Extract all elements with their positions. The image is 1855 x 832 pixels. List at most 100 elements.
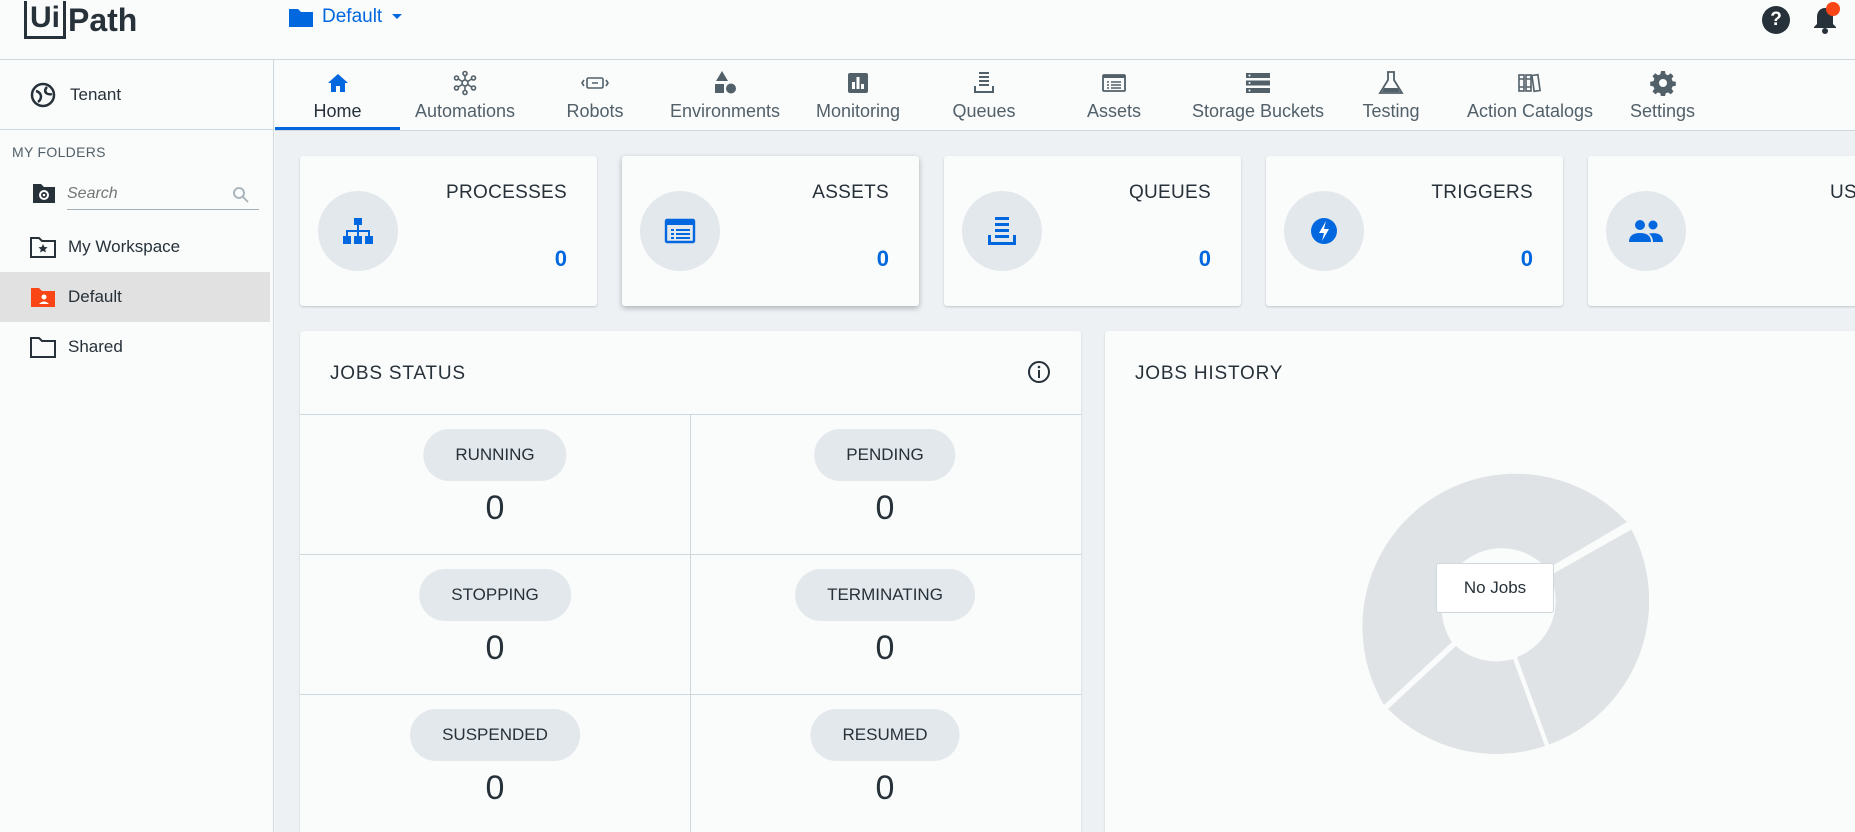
sidebar-item-my-workspace[interactable]: My Workspace — [0, 222, 273, 272]
status-pill: TERMINATING — [795, 569, 975, 621]
uipath-logo[interactable]: Ui Path — [24, 0, 137, 40]
tab-label: Environments — [669, 101, 781, 121]
search-icon[interactable] — [232, 186, 250, 204]
tab-robots[interactable]: Robots — [545, 60, 645, 130]
card-count: 0 — [554, 246, 567, 271]
card-title: QUEUES — [1128, 182, 1211, 203]
tenant-item[interactable]: Tenant — [0, 60, 273, 130]
status-pill: STOPPING — [419, 569, 571, 621]
donut-segment — [1517, 529, 1649, 745]
chevron-down-icon — [392, 14, 403, 19]
tab-label: Action Catalogs — [1466, 101, 1594, 121]
tab-environments[interactable]: Environments — [655, 60, 795, 130]
logo-ui-text: Ui — [24, 1, 66, 39]
tab-label: Queues — [952, 101, 1016, 121]
top-bar: Ui Path Default ? — [0, 0, 1855, 60]
status-count: 0 — [485, 489, 505, 527]
main-tabs: Home Automations Robots Environments Mon… — [275, 60, 1855, 131]
tab-monitoring[interactable]: Monitoring — [798, 60, 918, 130]
folder-sidebar: Tenant MY FOLDERS My Workspace Default S… — [0, 60, 274, 832]
card-count: 0 — [876, 246, 889, 271]
tab-action-catalogs[interactable]: Action Catalogs — [1435, 60, 1625, 130]
catalog-icon — [1517, 69, 1543, 97]
tenant-label: Tenant — [70, 84, 122, 104]
triggers-card[interactable]: TRIGGERS 0 — [1266, 156, 1563, 306]
queue-icon — [972, 69, 996, 97]
flask-icon — [1377, 69, 1405, 97]
tab-label: Monitoring — [815, 101, 901, 121]
jobs-status-title: JOBS STATUS — [330, 363, 466, 384]
storage-icon — [1245, 69, 1271, 97]
status-pill: PENDING — [814, 429, 956, 481]
info-icon[interactable] — [1027, 360, 1051, 384]
jobs-status-grid: RUNNING 0 PENDING 0 STOPPING 0 TERMINATI… — [300, 414, 1081, 832]
status-count: 0 — [485, 769, 505, 807]
status-pending[interactable]: PENDING 0 — [690, 415, 1080, 555]
queue-icon — [962, 191, 1042, 271]
users-icon — [1606, 191, 1686, 271]
no-jobs-label: No Jobs — [1436, 563, 1554, 613]
tab-label: Storage Buckets — [1191, 101, 1325, 121]
gear-icon — [1649, 69, 1676, 97]
card-count: 0 — [1198, 246, 1211, 271]
tab-label: Home — [313, 101, 362, 121]
folder-switcher[interactable]: Default — [288, 6, 404, 28]
tab-settings[interactable]: Settings — [1605, 60, 1720, 130]
folder-outline-icon — [30, 337, 56, 358]
lightning-icon — [1284, 191, 1364, 271]
home-icon — [326, 69, 350, 97]
status-pill: RUNNING — [423, 429, 567, 481]
robot-icon — [581, 69, 609, 97]
sidebar-item-shared[interactable]: Shared — [0, 322, 273, 372]
home-dashboard: PROCESSES 0 ASSETS 0 QUEUES 0 TRIGGERS 0… — [275, 131, 1855, 832]
jobs-history-panel: JOBS HISTORY No Jobs — [1105, 331, 1855, 832]
tab-queues[interactable]: Queues — [924, 60, 1044, 130]
tab-automations[interactable]: Automations — [400, 60, 530, 130]
tab-label: Assets — [1086, 101, 1142, 121]
status-resumed[interactable]: RESUMED 0 — [690, 695, 1080, 832]
jobs-history-title: JOBS HISTORY — [1135, 363, 1284, 384]
folder-icon — [289, 9, 313, 27]
tab-home[interactable]: Home — [275, 60, 400, 130]
card-title: PROCESSES — [446, 182, 567, 203]
sidebar-item-default[interactable]: Default — [0, 272, 270, 322]
status-count: 0 — [875, 489, 895, 527]
shapes-icon — [712, 69, 738, 97]
assets-icon — [640, 191, 720, 271]
globe-icon — [30, 82, 56, 107]
folder-search-input[interactable] — [67, 178, 259, 210]
status-count: 0 — [875, 629, 895, 667]
tab-label: Automations — [414, 101, 516, 121]
active-tab-indicator — [275, 127, 400, 130]
my-folders-heading: MY FOLDERS — [12, 144, 106, 160]
status-pill: SUSPENDED — [410, 709, 580, 761]
card-count: 0 — [1520, 246, 1533, 271]
processes-card[interactable]: PROCESSES 0 — [300, 156, 597, 306]
status-stopping[interactable]: STOPPING 0 — [300, 555, 690, 695]
card-title: TRIGGERS — [1431, 182, 1533, 203]
sidebar-item-label: Shared — [68, 337, 123, 356]
tab-assets[interactable]: Assets — [1044, 60, 1184, 130]
status-terminating[interactable]: TERMINATING 0 — [690, 555, 1080, 695]
status-count: 0 — [875, 769, 895, 807]
sidebar-item-label: Default — [68, 287, 122, 306]
status-suspended[interactable]: SUSPENDED 0 — [300, 695, 690, 832]
help-icon[interactable]: ? — [1762, 6, 1790, 34]
assets-icon — [1102, 69, 1126, 97]
folder-star-icon — [30, 237, 56, 258]
sidebar-item-label: My Workspace — [68, 237, 181, 256]
jobs-status-panel: JOBS STATUS RUNNING 0 PENDING 0 STOPPING… — [300, 331, 1081, 832]
tab-label: Testing — [1362, 101, 1420, 121]
status-running[interactable]: RUNNING 0 — [300, 415, 690, 555]
queues-card[interactable]: QUEUES 0 — [944, 156, 1241, 306]
folder-target-icon — [33, 184, 55, 203]
assets-card[interactable]: ASSETS 0 — [622, 156, 919, 306]
logo-path-text: Path — [68, 2, 138, 38]
tab-label: Settings — [1629, 101, 1696, 121]
users-card[interactable]: USERS 1 — [1588, 156, 1855, 306]
notification-badge — [1826, 2, 1840, 16]
folder-search — [0, 170, 273, 222]
status-pill: RESUMED — [810, 709, 960, 761]
tab-label: Robots — [566, 101, 624, 121]
current-folder-label: Default — [322, 6, 383, 27]
